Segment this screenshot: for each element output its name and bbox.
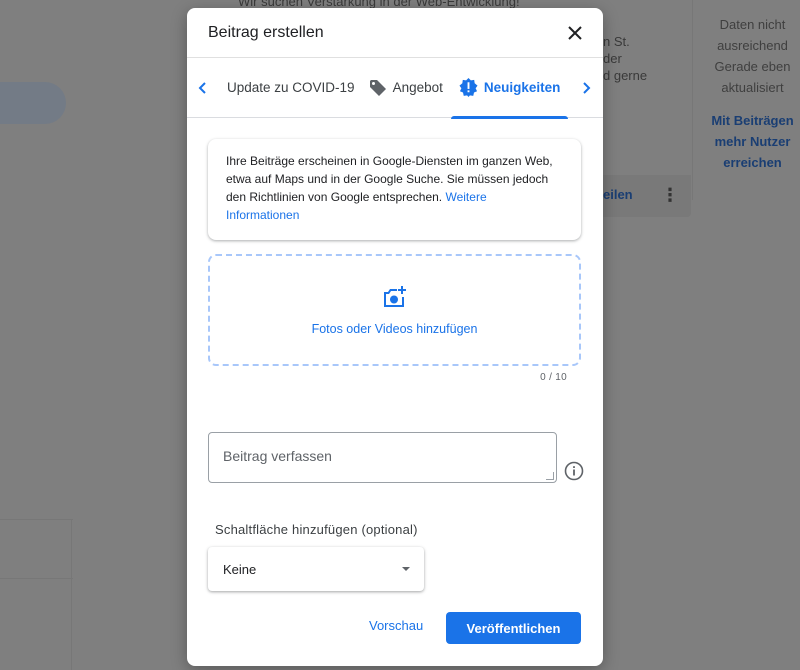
select-value: Keine	[223, 561, 257, 577]
tabs-scroll-right-icon[interactable]	[570, 58, 602, 118]
background-divider	[692, 0, 693, 200]
policy-info-box: Ihre Beiträge erscheinen in Google-Diens…	[208, 139, 581, 240]
background-divider	[0, 578, 73, 579]
create-post-dialog: Beitrag erstellen Update zu COVID-19 Ang…	[187, 8, 603, 666]
tab-label: Angebot	[392, 80, 443, 95]
background-text: d gerne	[603, 68, 648, 83]
more-vert-icon: ⋮	[661, 185, 679, 205]
media-counter: 0 / 10	[540, 372, 567, 383]
tabs-scroll-left-icon[interactable]	[187, 58, 219, 118]
preview-button[interactable]: Vorschau	[369, 618, 423, 633]
tab-covid-update[interactable]: Update zu COVID-19	[219, 58, 363, 118]
news-badge-icon	[459, 78, 478, 97]
post-text-field[interactable]	[208, 432, 557, 483]
dialog-title: Beitrag erstellen	[208, 23, 324, 41]
background-divider	[0, 519, 73, 520]
tag-icon	[369, 79, 387, 97]
add-photo-icon	[382, 285, 408, 314]
link-line: erreichen	[723, 155, 782, 170]
link-line: mehr Nutzer	[714, 134, 791, 149]
post-type-tabs: Update zu COVID-19 Angebot Neuigkeiten	[187, 58, 603, 119]
post-textarea[interactable]	[223, 447, 542, 468]
status-line: ausreichend	[717, 38, 788, 53]
background-status-panel: Daten nicht ausreichend Gerade eben aktu…	[705, 14, 800, 173]
background-card-footer: eilen ⋮	[603, 175, 691, 217]
upload-label: Fotos oder Videos hinzufügen	[311, 321, 478, 336]
chevron-down-icon	[402, 567, 410, 571]
policy-info-text: Ihre Beiträge erscheinen in Google-Diens…	[226, 154, 553, 204]
dialog-header: Beitrag erstellen	[187, 8, 603, 58]
status-line: aktualisiert	[721, 80, 784, 95]
tab-offer[interactable]: Angebot	[363, 58, 451, 118]
status-line: Gerade eben	[714, 59, 791, 74]
info-icon[interactable]	[564, 461, 584, 481]
publish-button[interactable]: Veröffentlichen	[446, 612, 581, 644]
background-nav-pill	[0, 82, 66, 124]
resize-handle[interactable]	[546, 472, 554, 480]
media-upload-area[interactable]: Fotos oder Videos hinzufügen	[208, 254, 581, 366]
link-line: Mit Beiträgen	[711, 113, 794, 128]
close-icon[interactable]	[563, 21, 587, 45]
background-divider	[71, 519, 72, 670]
tab-label: Neuigkeiten	[483, 80, 561, 95]
tab-news[interactable]: Neuigkeiten	[450, 58, 569, 119]
status-line: Daten nicht	[719, 17, 786, 32]
share-link: eilen	[603, 187, 633, 202]
tab-label: Update zu COVID-19	[227, 80, 355, 95]
button-type-select[interactable]: Keine	[208, 547, 424, 591]
button-section-label: Schaltfläche hinzufügen (optional)	[215, 522, 418, 537]
reach-more-users-link: Mit Beiträgen mehr Nutzer erreichen	[705, 110, 800, 173]
